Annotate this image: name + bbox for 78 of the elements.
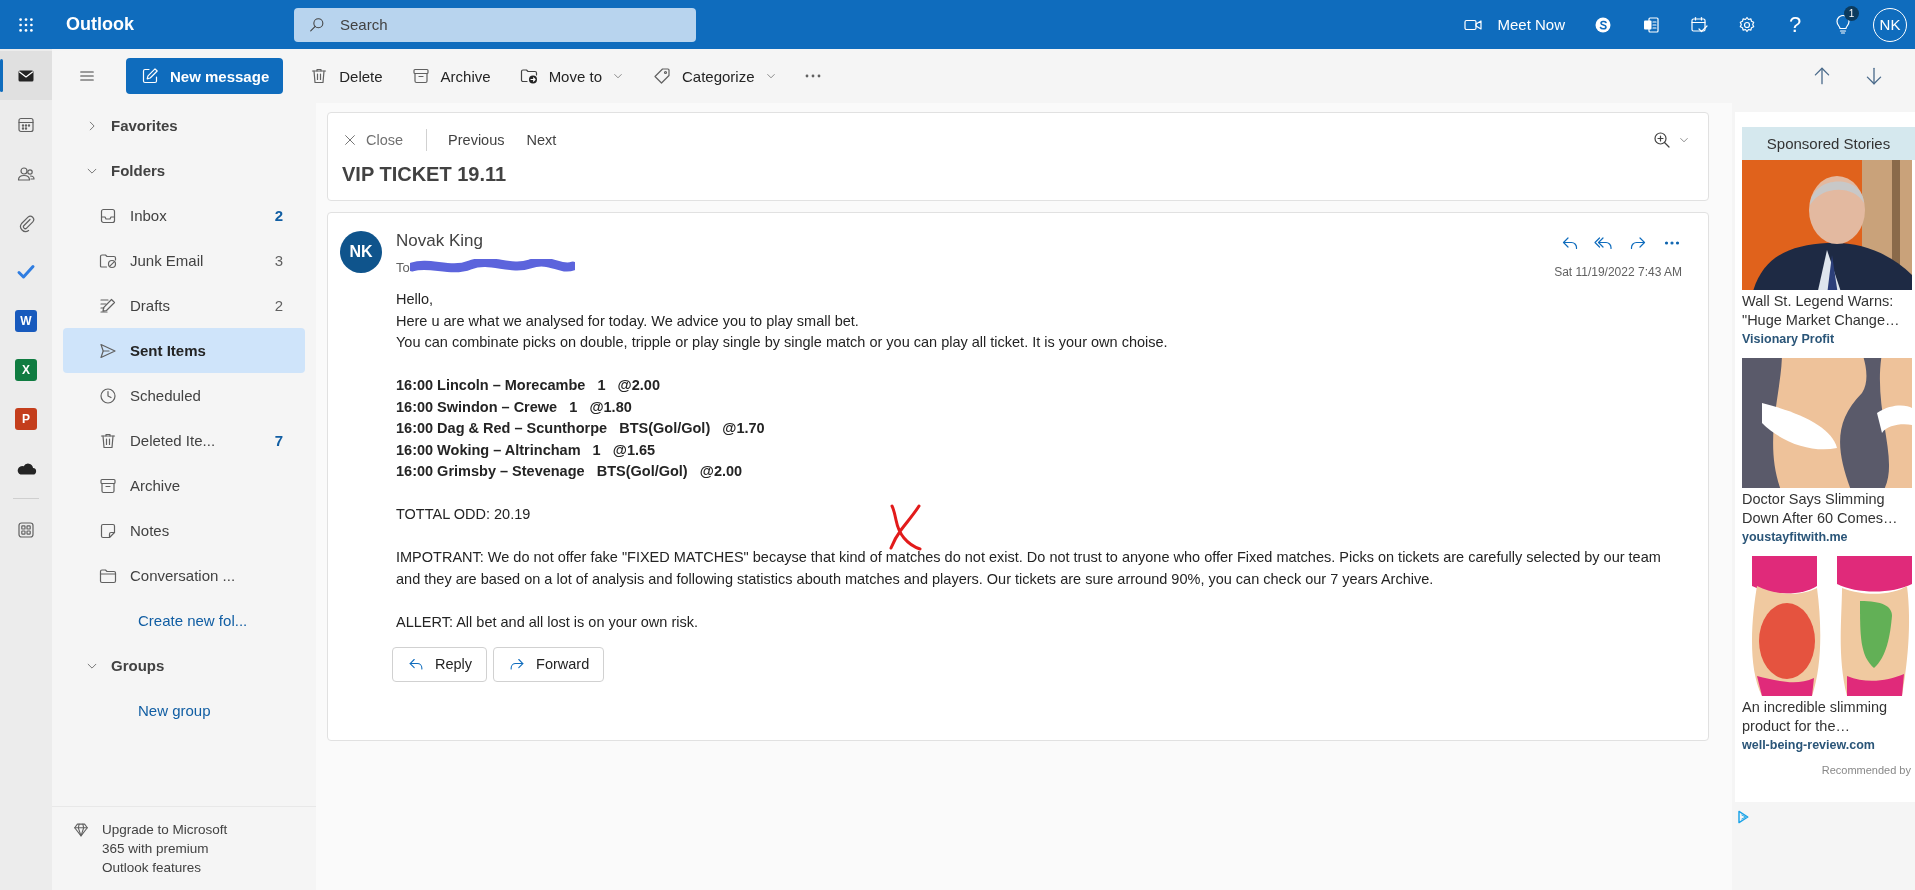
folder-item[interactable]: Conversation ... (63, 553, 305, 598)
word-app-icon[interactable]: W (15, 309, 37, 332)
body-text: ALLERT: All bet and all lost is on your own risk. (396, 612, 699, 632)
body-text: You can combinate picks on double, tripple or play single by single match or you can play all ticket. It is your own choise. (396, 333, 1169, 352)
cross-mark-drawing (888, 503, 924, 551)
section-header[interactable]: Groups (111, 657, 165, 674)
folder-item[interactable]: Junk Email 3 (63, 238, 305, 283)
body-text: 16:00 Grimsby – Stevenage BTS(Gol/Gol) @2.00 (396, 462, 744, 481)
body-text: Here u are what we analysed for today. We advice you to play small bet. (396, 311, 860, 331)
folder-link[interactable]: New group (63, 688, 305, 733)
folder-item[interactable]: Notes (63, 508, 305, 553)
ad-headline[interactable]: Doctor Says Slimming Down After 60 Comes… (1742, 490, 1915, 528)
search-icon (308, 15, 326, 34)
app-launcher-icon[interactable] (17, 15, 35, 34)
section-header[interactable]: Favorites (111, 117, 178, 134)
body-text: 16:00 Woking – Altrincham 1 @1.65 (396, 440, 657, 460)
reply-button[interactable]: Reply (392, 646, 488, 682)
more-icon (804, 74, 821, 78)
search-field[interactable]: Search (294, 7, 696, 42)
archive-icon (410, 66, 431, 86)
message-date: Sat 11/19/2022 7:43 AM (1554, 265, 1682, 279)
tag-icon (652, 66, 672, 86)
ad-source[interactable]: youstayfitwith.me (1742, 530, 1915, 544)
clock-icon (98, 385, 118, 406)
move-button[interactable]: Move to (506, 58, 636, 94)
help-button[interactable]: ? (1771, 0, 1819, 49)
notebook-icon[interactable] (1641, 14, 1661, 35)
forward-button[interactable]: Forward (493, 646, 605, 682)
ad-panel-title: Sponsored Stories (1742, 127, 1915, 160)
sender-name[interactable]: Novak King (396, 231, 1555, 251)
folder-item[interactable]: Deleted Ite... 7 (63, 418, 305, 463)
ad-headline[interactable]: An incredible slimming product for the… (1742, 698, 1915, 736)
body-text: TOTTAL ODD: 20.19 (396, 505, 532, 524)
unread-count: 7 (274, 432, 283, 449)
folder-item[interactable]: Archive (63, 463, 305, 508)
archive-button[interactable]: Archive (398, 58, 503, 94)
ad-choices-icon[interactable] (1735, 809, 1751, 825)
zoom-in-icon[interactable] (1652, 130, 1672, 150)
folder-item[interactable]: Drafts 2 (63, 283, 305, 328)
meet-now-button[interactable]: Meet Now (1455, 0, 1579, 49)
folder-item[interactable]: Inbox 2 (63, 193, 305, 238)
move-folder-icon (518, 66, 539, 86)
excel-app-icon[interactable]: X (15, 358, 37, 381)
close-icon (342, 132, 358, 148)
ad-source[interactable]: Visionary Profit (1742, 332, 1915, 346)
body-text: Hello, (396, 290, 435, 309)
compose-icon (140, 66, 160, 86)
body-text: IMPOTRANT: We do not offer fake "FIXED MATCHES" becayse that kind of matches do not exist. Do not trust to anyone who offer Fixed matches. Picks on tickets are carefully selected by our team and they are based on a lot of analysis and following statistics abouth matches and players. Our tickets are sure arround 90%, you can check our 7 years Archive. (396, 548, 1662, 589)
delete-button[interactable]: Delete (297, 58, 395, 94)
sender-avatar: NK (340, 231, 382, 273)
categorize-button[interactable]: Categorize (640, 58, 789, 94)
apps-icon[interactable] (16, 519, 36, 540)
unread-count: 2 (274, 297, 283, 314)
upgrade-link[interactable]: Upgrade to Microsoft 365 with premium Outlook features (102, 821, 252, 878)
folder-item[interactable]: Scheduled (63, 373, 305, 418)
unread-count: 3 (274, 252, 283, 269)
ad-source[interactable]: well-being-review.com (1742, 738, 1915, 752)
message-subject: VIP TICKET 19.11 (342, 163, 508, 186)
body-text: 16:00 Swindon – Crewe 1 @1.80 (396, 397, 633, 417)
new-message-button[interactable]: New message (126, 58, 284, 94)
notification-badge: 1 (1844, 6, 1859, 21)
powerpoint-app-icon[interactable]: P (15, 407, 37, 430)
unread-count: 2 (274, 207, 283, 224)
next-button[interactable]: Next (515, 132, 568, 148)
settings-icon[interactable] (1737, 14, 1757, 35)
body-text: 16:00 Dag & Red – Scunthorpe BTS(Gol/Gol) @1.70 (396, 419, 766, 438)
search-placeholder: Search (340, 16, 388, 33)
app-title[interactable]: Outlook (66, 14, 294, 35)
folder-item[interactable]: Sent Items (63, 328, 305, 373)
ad-headline[interactable]: Wall St. Legend Warns: "Huge Market Change… (1742, 292, 1915, 330)
section-header[interactable]: Folders (111, 162, 166, 179)
calendar-check-icon[interactable] (1689, 14, 1709, 35)
close-button[interactable]: Close (342, 132, 415, 148)
recommended-by-label: Recommended by (1820, 764, 1912, 776)
body-text: 16:00 Lincoln – Morecambe 1 @2.00 (396, 376, 661, 395)
previous-button[interactable]: Previous (437, 132, 516, 148)
folder-link[interactable]: Create new fol... (63, 598, 305, 643)
to-label: To (396, 259, 410, 275)
